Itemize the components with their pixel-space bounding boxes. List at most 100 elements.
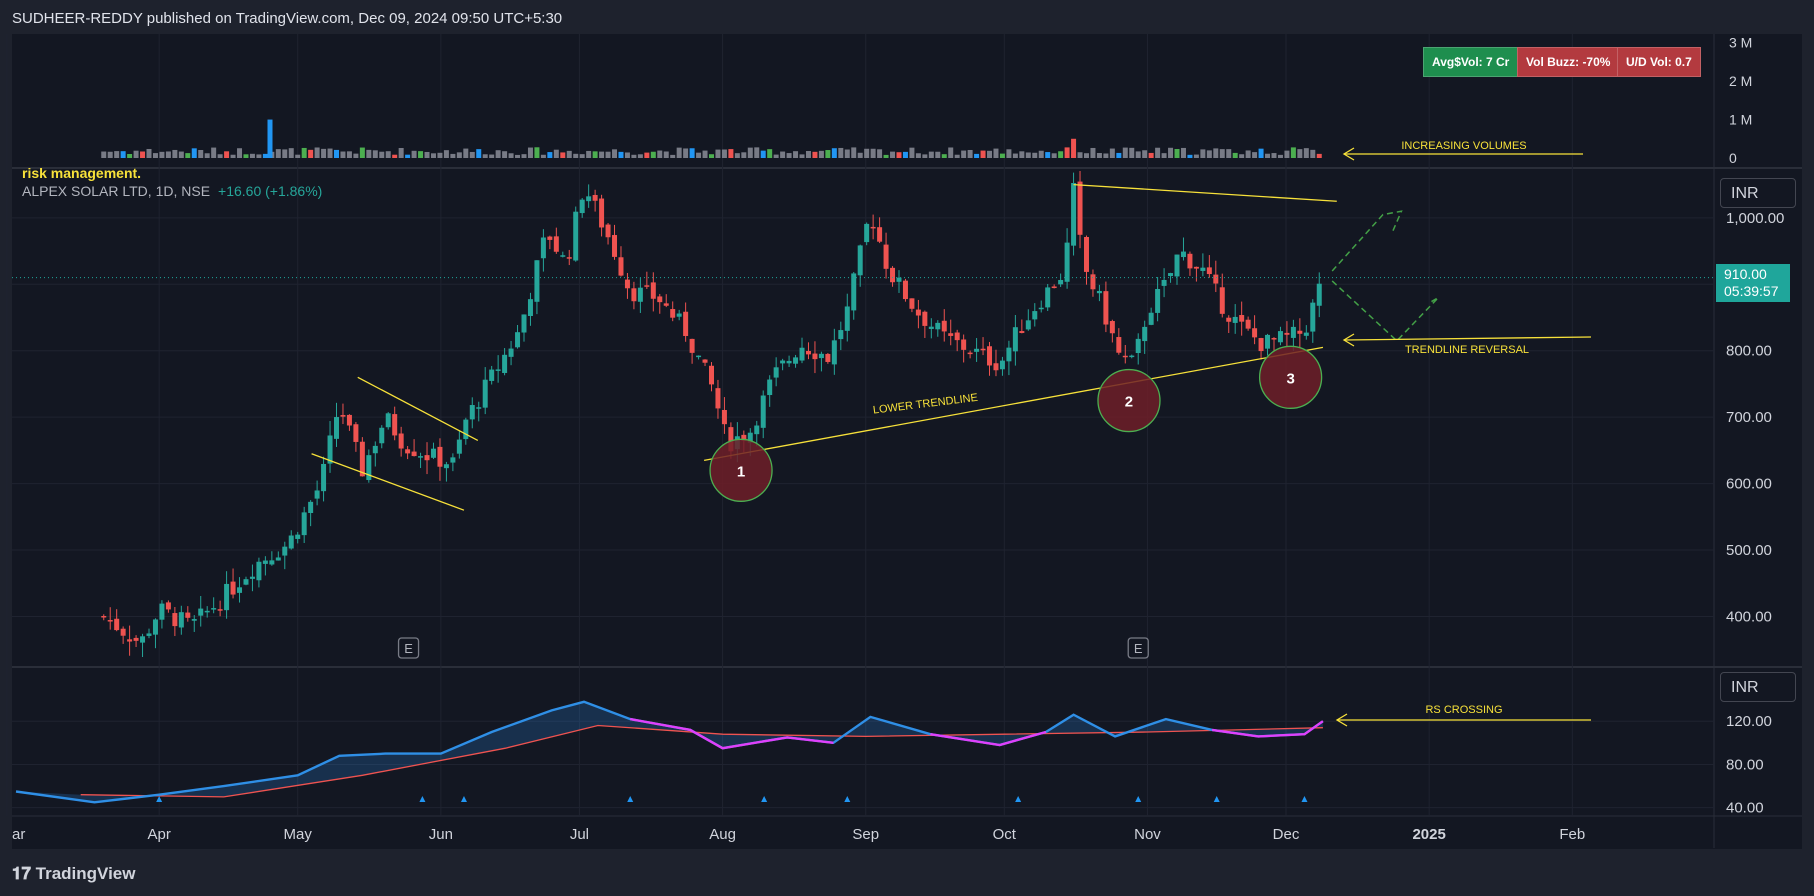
- candle-body: [288, 535, 294, 549]
- volume-bar: [909, 147, 915, 158]
- candle-body: [1103, 291, 1109, 325]
- tradingview-logo[interactable]: 𝟏𝟕 TradingView: [12, 864, 135, 884]
- volume-bar: [644, 152, 650, 158]
- candle-body: [1226, 317, 1232, 322]
- volume-bar: [359, 147, 365, 158]
- candle-body: [573, 211, 579, 261]
- volume-bar: [993, 148, 999, 158]
- candle-body: [1290, 326, 1296, 338]
- candle-body: [1006, 347, 1012, 362]
- candle-body: [1297, 330, 1303, 334]
- candle-body: [1135, 338, 1141, 354]
- x-tick-label: Sep: [852, 826, 879, 843]
- candle-body: [359, 441, 365, 477]
- rs-tick-label: 120.00: [1726, 713, 1772, 730]
- trendline-reversal-arrow[interactable]: [1343, 336, 1592, 341]
- legend-symbol[interactable]: ALPEX SOLAR LTD, 1D, NSE: [22, 183, 210, 199]
- volume-bar: [1316, 153, 1322, 158]
- candle-body: [398, 433, 404, 449]
- candle-body: [120, 628, 126, 636]
- volume-bar: [754, 147, 760, 158]
- candle-body: [1045, 287, 1051, 308]
- volume-bar: [935, 151, 941, 158]
- volume-bar: [114, 151, 120, 158]
- candle-body: [450, 457, 456, 463]
- upper-trendline[interactable]: [1073, 183, 1337, 202]
- rs-currency-selector[interactable]: INR: [1720, 672, 1796, 702]
- projection-bullish-path[interactable]: [1331, 210, 1403, 272]
- volume-bar: [612, 149, 618, 158]
- volume-bar: [683, 148, 689, 158]
- candle-body: [430, 448, 436, 458]
- volume-bar: [1064, 147, 1070, 158]
- legend-symbol-row[interactable]: ALPEX SOLAR LTD, 1D, NSE +16.60 (+1.86%): [22, 183, 322, 199]
- wedge-upper-trendline[interactable]: [357, 376, 479, 442]
- candle-body: [243, 579, 249, 585]
- volume-bar: [767, 149, 773, 158]
- rs-tick-label: 40.00: [1726, 800, 1764, 817]
- x-tick-label: Aug: [709, 826, 736, 843]
- candle-body: [133, 637, 139, 641]
- volume-bar: [721, 149, 727, 158]
- candle-body: [1083, 236, 1089, 272]
- support-touch-label: 3: [1286, 370, 1294, 387]
- volume-bar: [430, 153, 436, 158]
- volume-bar: [237, 148, 243, 158]
- main-currency-selector[interactable]: INR: [1720, 178, 1796, 208]
- last-price-value: 910.00: [1724, 266, 1767, 282]
- chart-canvas[interactable]: ar Apr May Jun Jul Aug Sep Oct Nov Dec 2025 Feb 1,00…: [0, 0, 1814, 896]
- candle-body: [909, 298, 915, 309]
- candle-body: [521, 314, 527, 333]
- candle-body: [1310, 302, 1316, 332]
- volume-bar: [967, 149, 973, 158]
- candle-body: [838, 330, 844, 340]
- candle-body: [767, 379, 773, 396]
- candle-body: [249, 576, 255, 579]
- candle-body: [107, 620, 113, 622]
- volume-bar: [398, 148, 404, 158]
- volume-bar: [1077, 152, 1083, 158]
- volume-bar: [230, 154, 236, 158]
- x-tick-label: Apr: [147, 826, 170, 843]
- volume-bar: [1180, 147, 1186, 158]
- volume-bar: [1168, 147, 1174, 158]
- volume-bar: [928, 151, 934, 158]
- volume-bar: [534, 147, 540, 158]
- candle-body: [1206, 267, 1212, 275]
- candle-body: [198, 608, 204, 616]
- volume-bar: [405, 154, 411, 158]
- volume-bar: [521, 154, 527, 158]
- volume-bar: [670, 154, 676, 158]
- volume-bar: [838, 147, 844, 158]
- rs-marker-triangle: [1015, 796, 1022, 802]
- volume-bar: [372, 150, 378, 158]
- volume-bar: [1142, 150, 1148, 158]
- volume-spike-bar: [267, 119, 273, 158]
- volume-bar: [392, 154, 398, 158]
- candle-body: [275, 557, 281, 561]
- candle-body: [1193, 266, 1199, 269]
- candle-body: [987, 346, 993, 366]
- volume-bar: [508, 153, 514, 158]
- candle-body: [204, 610, 210, 613]
- volume-bar: [1006, 149, 1012, 158]
- volume-bar: [987, 150, 993, 158]
- candle-body: [1051, 286, 1057, 289]
- candle-body: [178, 612, 184, 628]
- candle-body: [670, 309, 676, 318]
- candle-body: [844, 306, 850, 331]
- lower-trendline[interactable]: [703, 346, 1324, 462]
- legend-change: +16.60 (+1.86%): [218, 183, 323, 199]
- candle-body: [1071, 183, 1077, 246]
- volume-bar: [211, 147, 217, 158]
- volume-bar: [1284, 150, 1290, 158]
- volume-bar: [146, 148, 152, 158]
- rs-tick-label: 80.00: [1726, 756, 1764, 773]
- candle-body: [579, 199, 585, 214]
- volume-bar: [1058, 151, 1064, 158]
- projection-alternate-path[interactable]: [1331, 280, 1439, 342]
- candle-body: [851, 273, 857, 311]
- candle-body: [495, 369, 501, 371]
- volume-bar: [1200, 149, 1206, 158]
- volume-bar: [502, 151, 508, 158]
